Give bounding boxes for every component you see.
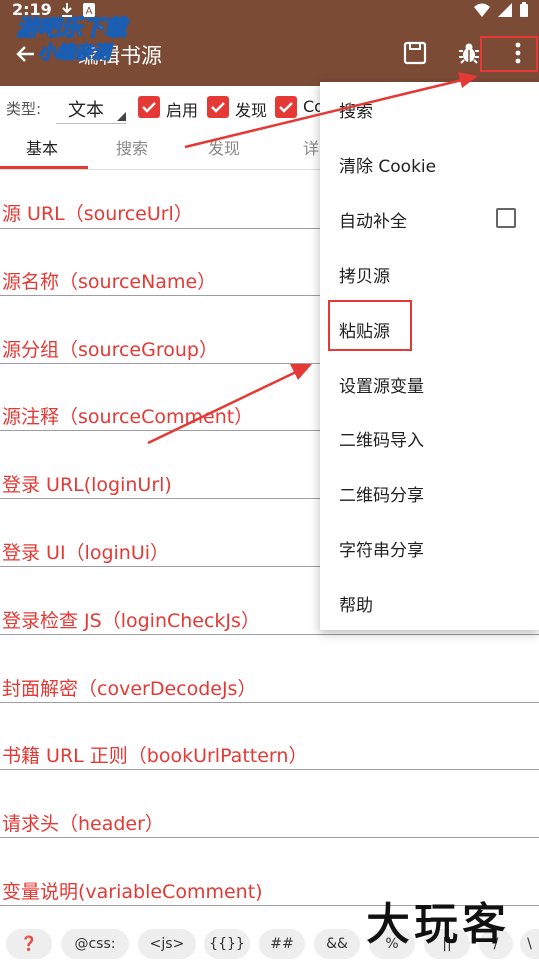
header-field[interactable]: 请求头（header）: [0, 806, 539, 874]
tab-discover[interactable]: 发现: [182, 128, 266, 170]
menu-item-label: 字符串分享: [339, 541, 424, 561]
tab-basic[interactable]: 基本: [0, 128, 84, 170]
book-url-pattern-field[interactable]: 书籍 URL 正则（bookUrlPattern）: [0, 738, 539, 806]
save-icon[interactable]: [402, 40, 428, 66]
auto-complete-checkbox[interactable]: [496, 208, 516, 228]
source-comment-label: 源注释（sourceComment）: [2, 406, 254, 428]
header-label: 请求头（header）: [2, 813, 164, 835]
help-chip[interactable]: ❓: [6, 929, 52, 959]
login-check-js-label: 登录检查 JS（loginCheckJs）: [2, 610, 260, 632]
bug-icon[interactable]: [456, 40, 482, 66]
field-underline: [0, 702, 539, 703]
menu-item-set-source-variable[interactable]: 设置源变量: [320, 357, 539, 411]
menu-item-copy-source[interactable]: 拷贝源: [320, 247, 539, 301]
menu-item-label: 帮助: [339, 596, 373, 616]
menu-item-help[interactable]: 帮助: [320, 576, 539, 630]
field-underline: [0, 634, 539, 635]
paste-source-highlight: [328, 300, 412, 351]
cookie-checkbox[interactable]: [275, 96, 297, 118]
menu-item-label: 拷贝源: [339, 267, 390, 287]
tab-indicator: [0, 166, 88, 169]
watermark-logo: 游吧乐下载 小编亲测: [8, 10, 158, 70]
login-ui-label: 登录 UI（loginUi）: [2, 542, 170, 564]
login-url-label: 登录 URL(loginUrl): [2, 474, 172, 496]
signal-icon: [498, 3, 512, 17]
status-system-icons: [473, 2, 529, 18]
cover-decode-js-field[interactable]: 封面解密（coverDecodeJs）: [0, 671, 539, 739]
watermark-line-2: 小编亲测: [38, 42, 111, 64]
and-chip[interactable]: &&: [314, 929, 360, 959]
backslash-chip[interactable]: \: [520, 929, 539, 959]
type-select[interactable]: 文本: [56, 90, 126, 124]
source-group-label: 源分组（sourceGroup）: [2, 339, 218, 361]
discover-checkbox[interactable]: [207, 96, 229, 118]
dropdown-caret-icon: [117, 112, 126, 121]
css-chip[interactable]: @css:: [61, 929, 129, 959]
check-icon: [279, 102, 293, 113]
check-icon: [211, 102, 225, 113]
source-name-label: 源名称（sourceName）: [2, 271, 217, 293]
field-underline: [0, 837, 539, 838]
overflow-menu: 搜索 清除 Cookie 自动补全 拷贝源 粘贴源 设置源变量 二维码导入 二维…: [320, 82, 539, 630]
hash-chip[interactable]: ##: [259, 929, 305, 959]
braces-chip[interactable]: {{}}: [204, 929, 250, 959]
menu-item-clear-cookie[interactable]: 清除 Cookie: [320, 137, 539, 191]
menu-item-label: 设置源变量: [339, 377, 424, 397]
discover-checkbox-label: 发现: [235, 101, 268, 120]
menu-item-search[interactable]: 搜索: [320, 82, 539, 136]
check-icon: [142, 102, 156, 113]
menu-item-label: 清除 Cookie: [339, 157, 437, 177]
menu-item-label: 二维码导入: [339, 431, 424, 451]
type-select-value: 文本: [68, 100, 104, 121]
menu-item-label: 搜索: [339, 102, 373, 122]
cover-decode-js-label: 封面解密（coverDecodeJs）: [2, 678, 257, 700]
menu-item-string-share[interactable]: 字符串分享: [320, 521, 539, 575]
app-bar: 2:19 A 编辑书源 游吧乐下载 小编亲测: [0, 0, 539, 86]
brand-watermark: 大玩客: [366, 899, 510, 951]
variable-comment-label: 变量说明(variableComment): [2, 881, 263, 903]
js-chip[interactable]: <js>: [138, 929, 196, 959]
enable-checkbox-label: 启用: [166, 101, 199, 120]
menu-item-qr-import[interactable]: 二维码导入: [320, 411, 539, 465]
battery-icon: [520, 2, 528, 17]
wifi-icon: [474, 3, 490, 17]
enable-checkbox[interactable]: [138, 96, 160, 118]
menu-item-label: 二维码分享: [339, 486, 424, 506]
tab-search[interactable]: 搜索: [90, 128, 174, 170]
more-button-highlight: [480, 36, 538, 72]
menu-item-label: 自动补全: [339, 212, 407, 232]
menu-item-qr-share[interactable]: 二维码分享: [320, 466, 539, 520]
source-url-label: 源 URL（sourceUrl）: [2, 203, 193, 225]
book-url-pattern-label: 书籍 URL 正则（bookUrlPattern）: [2, 745, 308, 767]
field-underline: [0, 769, 539, 770]
type-label: 类型:: [6, 100, 42, 118]
